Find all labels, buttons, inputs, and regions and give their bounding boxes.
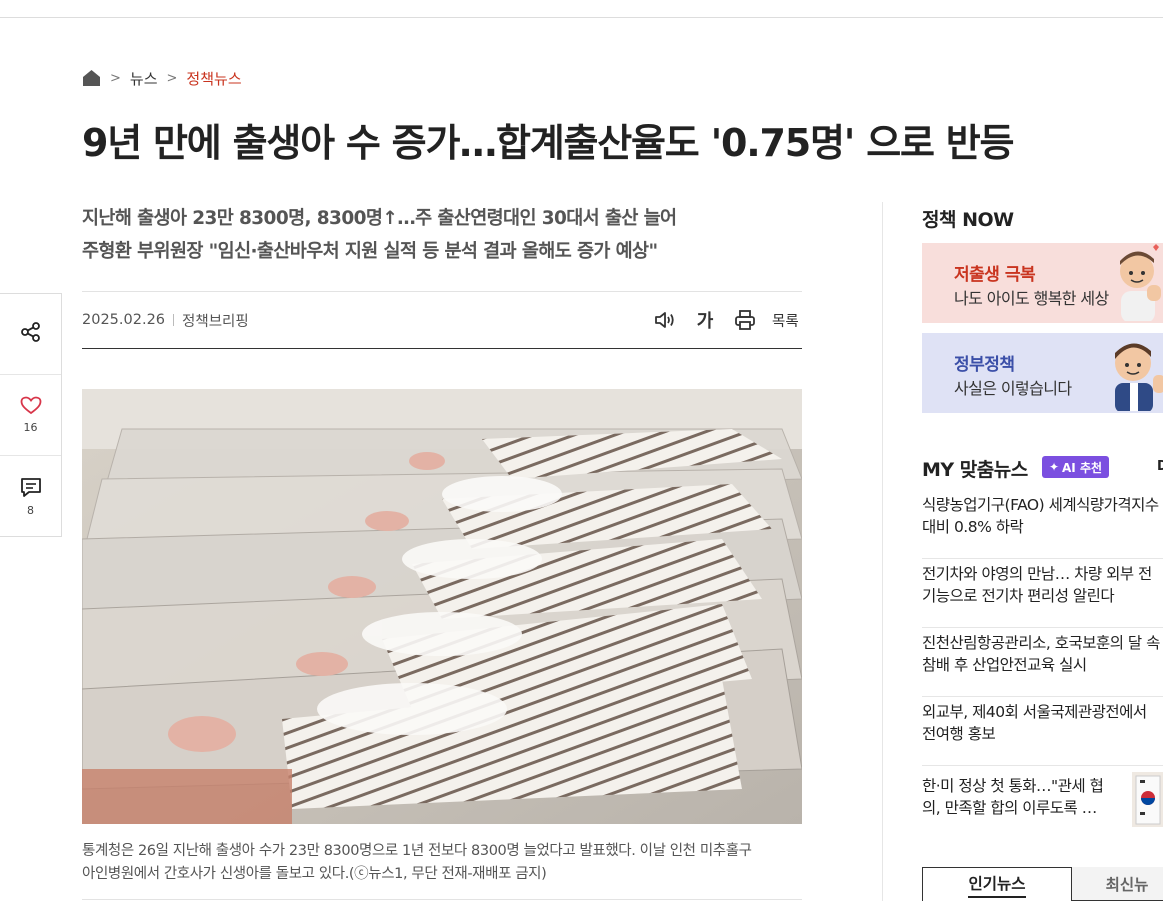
article-subtitle: 지난해 출생아 23만 8300명, 8300명↑…주 출산연령대인 30대서 …: [82, 202, 802, 268]
news-item-line: 식량농업기구(FAO) 세계식량가격지수: [922, 496, 1159, 514]
comment-button[interactable]: 8: [0, 456, 61, 537]
comment-count: 8: [27, 503, 34, 517]
article-source[interactable]: 정책브리핑: [182, 310, 249, 331]
policy-facts-banner[interactable]: 정부정책 사실은 이렇습니다: [922, 333, 1163, 413]
ai-recommend-badge[interactable]: ✦ AI 추천: [1042, 456, 1109, 478]
banner-subtext: 사실은 이렇습니다: [954, 379, 1072, 398]
side-actions: 16 8: [0, 293, 62, 537]
like-button[interactable]: 16: [0, 375, 61, 456]
ai-badge-label: AI 추천: [1062, 460, 1103, 475]
low-birth-banner[interactable]: 저출생 극복 나도 아이도 행복한 세상: [922, 243, 1163, 323]
breadcrumb: > 뉴스 > 정책뉴스: [82, 66, 242, 90]
share-button[interactable]: [0, 294, 61, 375]
news-item[interactable]: 한·미 정상 첫 통화…"관세 협 의, 만족할 합의 이루도록 …: [922, 772, 1163, 835]
meta-divider: [82, 291, 802, 292]
news-item-line: 전여행 홍보: [922, 725, 996, 743]
banner-heading: 저출생 극복: [954, 265, 1036, 285]
heart-icon: [20, 396, 42, 419]
character-illustration-icon: [1109, 243, 1163, 323]
news-item-line: 의, 만족할 합의 이루도록 …: [922, 799, 1097, 817]
article-tools: 가 목록: [652, 307, 799, 333]
share-icon: [20, 322, 42, 346]
like-count: 16: [23, 421, 38, 434]
font-size-button[interactable]: 가: [692, 307, 718, 333]
header-divider: [0, 17, 1163, 18]
tab-label: 인기뉴스: [968, 872, 1026, 898]
article-title: 9년 만에 출생아 수 증가…합계출산율도 '0.75명' 으로 반등: [82, 121, 1014, 165]
policy-now-title: 정책 NOW: [922, 209, 1014, 231]
meta-divider: [82, 348, 802, 349]
chevron-right-icon: >: [110, 70, 121, 86]
news-item[interactable]: 외교부, 제40회 서울국제관광전에서 전여행 홍보: [922, 697, 1163, 766]
caption-line: 아인병원에서 간호사가 신생아를 돌보고 있다.(ⓒ뉴스1, 무단 전재-재배포…: [82, 866, 547, 882]
subtitle-line: 주형환 부위원장 "임신·출산바우처 지원 실적 등 분석 결과 올해도 증가 …: [82, 241, 658, 262]
news-item-line: 참배 후 산업안전교육 실시: [922, 656, 1087, 674]
tab-popular-news[interactable]: 인기뉴스: [922, 867, 1072, 901]
my-news-title: MY 맞춤뉴스: [922, 459, 1028, 481]
news-item-line: 전기차와 야영의 만남… 차량 외부 전: [922, 565, 1152, 583]
breadcrumb-news[interactable]: 뉴스: [130, 68, 158, 89]
news-item-line: 한·미 정상 첫 통화…"관세 협: [922, 777, 1104, 795]
list-button[interactable]: 목록: [772, 307, 799, 333]
news-thumbnail: [1132, 772, 1163, 827]
news-item-line: 기능으로 전기차 편리성 알린다: [922, 587, 1115, 605]
my-news-list: 식량농업기구(FAO) 세계식량가격지수 대비 0.8% 하락 전기차와 야영의…: [922, 490, 1163, 766]
speaker-icon[interactable]: [652, 307, 678, 333]
meta-separator: [173, 314, 175, 326]
chevron-right-icon: >: [166, 70, 178, 86]
news-item-line: 외교부, 제40회 서울국제관광전에서: [922, 703, 1147, 721]
my-news-more[interactable]: D: [1157, 459, 1163, 474]
tab-label: 최신뉴: [1105, 875, 1149, 894]
comment-icon: [20, 477, 42, 502]
print-icon[interactable]: [732, 307, 758, 333]
news-item-line: 진천산림항공관리소, 호국보훈의 달 속: [922, 634, 1160, 652]
tab-latest-news[interactable]: 최신뉴: [1072, 867, 1163, 901]
sparkle-icon: ✦: [1048, 460, 1060, 474]
banner-subtext: 나도 아이도 행복한 세상: [954, 289, 1109, 308]
banner-heading: 정부정책: [954, 355, 1015, 375]
article-date: 2025.02.26: [82, 312, 166, 328]
article-photo: [82, 389, 802, 824]
news-item[interactable]: 식량농업기구(FAO) 세계식량가격지수 대비 0.8% 하락: [922, 490, 1163, 559]
column-divider: [882, 202, 883, 901]
subtitle-line: 지난해 출생아 23만 8300명, 8300명↑…주 출산연령대인 30대서 …: [82, 208, 677, 229]
caption-divider: [82, 899, 802, 900]
news-item[interactable]: 진천산림항공관리소, 호국보훈의 달 속 참배 후 산업안전교육 실시: [922, 628, 1163, 697]
news-item[interactable]: 전기차와 야영의 만남… 차량 외부 전 기능으로 전기차 편리성 알린다: [922, 559, 1163, 628]
photo-caption: 통계청은 26일 지난해 출생아 수가 23만 8300명으로 1년 전보다 8…: [82, 840, 802, 886]
character-illustration-icon: [1103, 333, 1163, 413]
caption-line: 통계청은 26일 지난해 출생아 수가 23만 8300명으로 1년 전보다 8…: [82, 843, 752, 859]
article-meta: 2025.02.26 정책브리핑: [82, 308, 249, 332]
news-item-line: 대비 0.8% 하락: [922, 518, 1024, 536]
breadcrumb-policy-news[interactable]: 정책뉴스: [186, 68, 241, 89]
home-icon[interactable]: [82, 69, 101, 87]
